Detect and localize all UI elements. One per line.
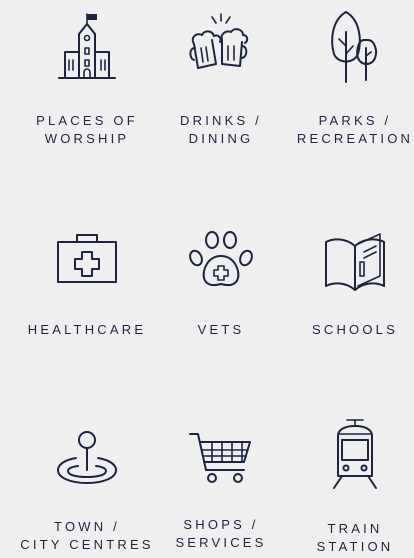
train-icon bbox=[333, 419, 377, 489]
paw-print-icon bbox=[189, 231, 253, 287]
category-drinks-dining[interactable]: DRINKS / DINING bbox=[152, 0, 290, 160]
location-pin-icon bbox=[57, 431, 117, 484]
category-town-city-centres[interactable]: TOWN / CITY CENTRES bbox=[18, 400, 156, 558]
church-icon bbox=[58, 13, 116, 79]
category-healthcare[interactable]: HEALTHCARE bbox=[18, 200, 156, 350]
category-label: HEALTHCARE bbox=[27, 322, 147, 337]
category-schools[interactable]: SCHOOLS bbox=[286, 200, 414, 350]
category-train-station[interactable]: TRAIN STATION bbox=[286, 400, 414, 558]
first-aid-kit-icon bbox=[57, 234, 117, 283]
category-shops-services[interactable]: SHOPS / SERVICES bbox=[152, 400, 290, 558]
shopping-cart-icon bbox=[189, 433, 251, 483]
category-label: VETS bbox=[197, 322, 245, 337]
beer-mugs-icon bbox=[189, 13, 249, 69]
category-label: TOWN / CITY CENTRES bbox=[20, 519, 154, 552]
category-label: PLACES OF WORSHIP bbox=[36, 113, 138, 146]
category-label: PARKS / RECREATION bbox=[296, 113, 414, 146]
category-parks-recreation[interactable]: PARKS / RECREATION bbox=[286, 0, 414, 160]
category-places-of-worship[interactable]: PLACES OF WORSHIP bbox=[18, 0, 156, 160]
open-book-icon bbox=[325, 233, 385, 291]
category-label: SCHOOLS bbox=[312, 322, 398, 337]
trees-icon bbox=[331, 11, 378, 83]
category-label: SHOPS / SERVICES bbox=[175, 517, 267, 550]
category-vets[interactable]: VETS bbox=[152, 200, 290, 350]
category-label: TRAIN STATION bbox=[316, 521, 394, 554]
category-label: DRINKS / DINING bbox=[180, 113, 262, 146]
